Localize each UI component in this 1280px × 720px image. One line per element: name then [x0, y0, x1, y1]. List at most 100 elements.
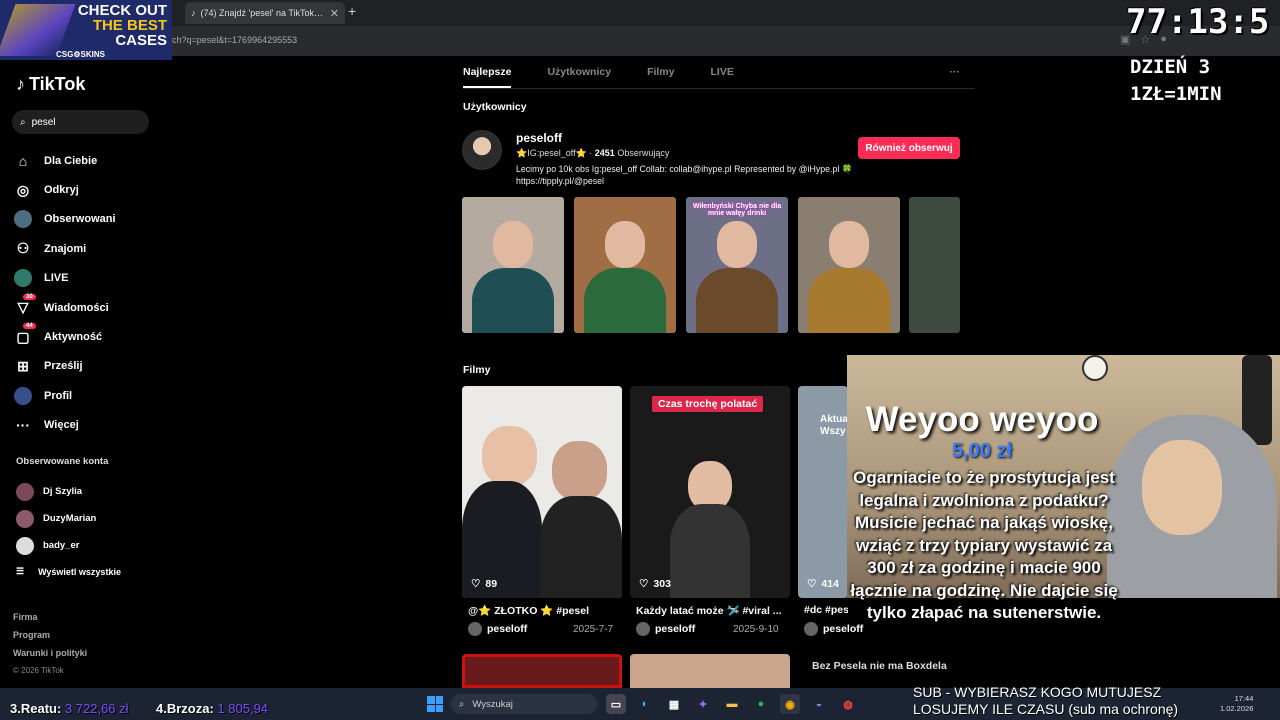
sidebar-item-profil[interactable]: Profil — [14, 381, 164, 410]
video-overlay-caption: Bez Pesela nie ma Boxdela — [812, 660, 947, 672]
close-tab-icon[interactable]: ✕ — [330, 7, 339, 20]
taskbar-search[interactable]: ⌕ Wyszukaj — [451, 694, 597, 714]
thumb-face — [828, 221, 870, 268]
avatar — [16, 509, 34, 528]
user-video-thumb[interactable] — [798, 197, 900, 333]
sidebar-item-znajomi[interactable]: ⚇ Znajomi — [14, 234, 164, 263]
chrome-icon[interactable]: ◉ — [780, 694, 800, 714]
video-card[interactable]: Aktua Wszy ♡ 414 — [798, 386, 848, 598]
video-title[interactable]: #dc #pesel — [804, 604, 848, 616]
file-explorer-icon[interactable]: ▬ — [722, 694, 742, 714]
followed-accounts-title: Obserwowane konta — [16, 456, 109, 467]
live-icon — [14, 269, 32, 288]
store-icon[interactable]: ▦ — [664, 694, 684, 714]
video-card[interactable]: ♡ 89 — [462, 386, 622, 598]
donation-message: Ogarniacie to że prostytucja jest legaln… — [850, 468, 1118, 622]
task-view-icon[interactable]: ▭ — [606, 694, 626, 714]
sidebar-nav: ⌂ Dla Ciebie ◎ Odkryj Obserwowani ⚇ Znajomi… — [14, 146, 164, 440]
video-likes: ♡ 303 — [639, 578, 671, 590]
edge-icon[interactable]: ◐ — [635, 694, 655, 714]
taskbar-clock[interactable]: 17:44 1.02.2026 — [1220, 694, 1253, 714]
followed-account[interactable]: Dj Szylia — [16, 478, 166, 505]
nav-label: Odkryj — [44, 184, 79, 197]
user-video-thumb[interactable] — [462, 197, 564, 333]
sidebar-item-odkryj[interactable]: ◎ Odkryj — [14, 175, 164, 204]
browser-tab[interactable]: ♪ (74) Znajdź 'pesel' na TikTok | W ✕ — [185, 2, 345, 24]
tabs-more-icon[interactable]: ··· — [950, 66, 961, 88]
microphone — [1242, 355, 1272, 445]
sidebar-item-przeslij[interactable]: ⊞ Prześlij — [14, 352, 164, 381]
video-author[interactable]: peseloff — [636, 622, 695, 636]
user-meta: ⭐IG:pesel_off⭐ · 2451 Obserwujący — [516, 148, 669, 159]
clock-date: 1.02.2026 — [1220, 704, 1254, 713]
spotify-icon[interactable]: ● — [751, 694, 771, 714]
video-title[interactable]: Każdy latać może 🛩️ #viral ... — [636, 604, 794, 617]
promo-brand: CSG⚙SKINS — [56, 50, 105, 59]
sidebar-item-wiecej[interactable]: ··· Więcej — [14, 411, 164, 440]
user-name[interactable]: peseloff — [516, 131, 562, 145]
activity-icon: ▢ 44 — [14, 323, 36, 346]
follow-back-button[interactable]: Również obserwuj — [858, 137, 960, 159]
footer-link-terms[interactable]: Warunki i polityki — [13, 644, 87, 662]
video-title[interactable]: @⭐ ZŁOTKO ⭐ #pesel — [468, 604, 626, 617]
author-name: peseloff — [655, 623, 696, 635]
nav-label: Wiadomości — [44, 301, 109, 314]
footer-link-program[interactable]: Program — [13, 626, 87, 644]
see-all-link[interactable]: ☰ Wyświetl wszystkie — [16, 566, 121, 577]
tab-uzytkownicy[interactable]: Użytkownicy — [547, 66, 611, 88]
rate-info: 1ZŁ=1MIN — [1130, 83, 1222, 105]
search-tabs: Najlepsze Użytkownicy Filmy LIVE ··· — [463, 66, 960, 88]
list-icon: ☰ — [16, 566, 25, 576]
thumb-body — [472, 267, 554, 333]
discord-icon[interactable]: ◒ — [809, 694, 829, 714]
new-tab-button[interactable]: + — [348, 3, 356, 19]
video-card[interactable] — [630, 654, 790, 688]
video-card[interactable] — [462, 654, 622, 688]
sidebar-item-dla-ciebie[interactable]: ⌂ Dla Ciebie — [14, 146, 164, 175]
sidebar-item-aktywnosc[interactable]: ▢ 44 Aktywność — [14, 322, 164, 351]
knife-graphic — [0, 4, 76, 56]
nav-label: Znajomi — [44, 242, 87, 255]
search-input[interactable]: ⌕ pesel — [12, 110, 149, 134]
user-video-thumb[interactable]: Wiłenbyński Chyba nie dla mnie wałęy dri… — [686, 197, 788, 333]
see-all-label: Wyświetl wszystkie — [38, 566, 121, 577]
followed-account[interactable]: DuzyMarian — [16, 505, 166, 532]
taskbar-apps: ▭ ◐ ▦ ✦ ▬ ● ◉ ◒ ◍ — [606, 694, 858, 714]
user-video-thumb[interactable] — [909, 197, 960, 333]
video-likes: ♡ 414 — [807, 578, 839, 590]
tiktok-logo[interactable]: ♪ TikTok — [16, 74, 85, 95]
user-avatar[interactable] — [462, 130, 502, 170]
followed-name: Dj Szylia — [43, 486, 83, 497]
subathon-timer: 77:13:5 — [1126, 2, 1270, 42]
app-icon[interactable]: ◍ — [838, 694, 858, 714]
copilot-icon[interactable]: ✦ — [693, 694, 713, 714]
windows-start-icon[interactable] — [427, 696, 443, 712]
address-url[interactable]: ch?q=pesel&t=1769964295553 — [172, 35, 297, 45]
donation-alert-title: Weyoo weyoo — [865, 400, 1099, 439]
followed-account[interactable]: bady_er — [16, 532, 166, 559]
user-followers-label: Obserwujący — [614, 148, 670, 158]
video-card[interactable]: Czas trochę polatać ♡ 303 — [630, 386, 790, 598]
sidebar-item-obserwowani[interactable]: Obserwowani — [14, 205, 164, 234]
tab-filmy[interactable]: Filmy — [647, 66, 674, 88]
thumb-body — [808, 267, 890, 333]
video-person — [552, 441, 607, 501]
subathon-info: DZIEŃ 3 1ZŁ=1MIN — [1130, 54, 1222, 108]
video-author[interactable]: peseloff — [468, 622, 527, 636]
tab-najlepsze[interactable]: Najlepsze — [463, 66, 512, 88]
sidebar-item-wiadomosci[interactable]: ▽ 30 Wiadomości — [14, 293, 164, 322]
more-icon: ··· — [16, 417, 30, 434]
donor-stat-3: 3.Reatu: 3 722,66 zł — [10, 701, 129, 716]
stat-label: 4.Brzoza: — [156, 701, 214, 716]
stat-value: 1 805,94 — [217, 701, 269, 716]
donor-stat-4: 4.Brzoza: 1 805,94 — [156, 701, 268, 716]
activity-badge: 44 — [23, 323, 36, 330]
avatar — [16, 482, 34, 501]
tab-live[interactable]: LIVE — [711, 66, 734, 88]
footer-link-firma[interactable]: Firma — [13, 608, 87, 626]
tiktok-favicon-icon: ♪ — [191, 8, 196, 18]
following-avatar — [14, 210, 32, 229]
wall-clock — [1082, 355, 1108, 381]
user-video-thumb[interactable] — [574, 197, 676, 333]
sidebar-item-live[interactable]: LIVE — [14, 264, 164, 293]
